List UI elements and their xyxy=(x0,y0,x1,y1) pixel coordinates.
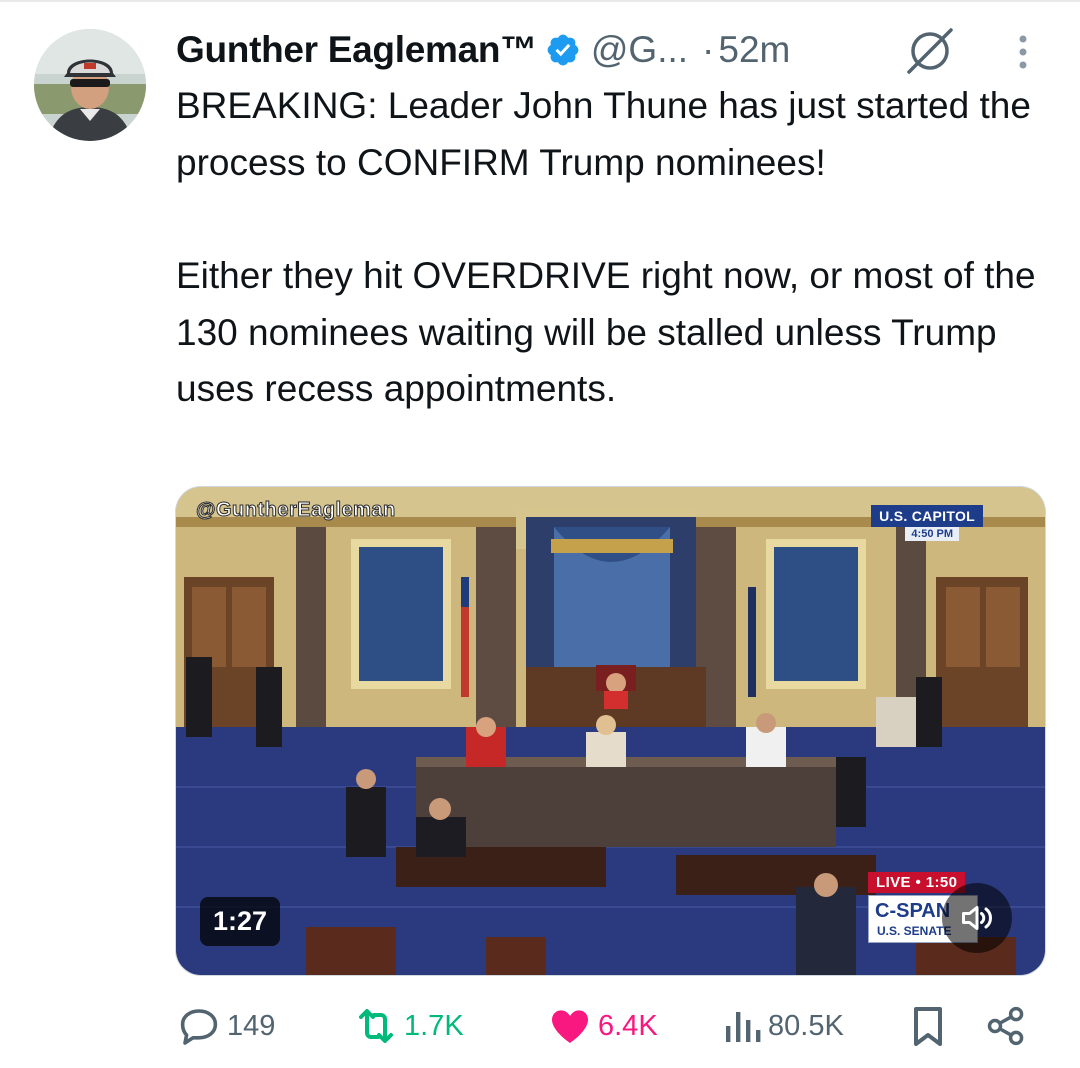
location-time: 4:50 PM xyxy=(905,527,959,541)
more-icon[interactable] xyxy=(1008,30,1038,74)
heart-icon xyxy=(552,1010,588,1043)
author-handle[interactable]: @G... xyxy=(591,29,688,71)
tweet-paragraph-2: Either they hit OVERDRIVE right now, or … xyxy=(176,255,1036,409)
post-time[interactable]: 52m xyxy=(718,29,790,71)
views-count: 80.5K xyxy=(768,1009,844,1042)
retweet-count: 1.7K xyxy=(404,1009,464,1042)
views-icon xyxy=(726,1012,761,1042)
separator-dot: · xyxy=(702,29,715,70)
bookmark-button[interactable] xyxy=(908,996,948,1056)
share-icon xyxy=(987,1006,1024,1046)
tweet-paragraph-1: BREAKING: Leader John Thune has just sta… xyxy=(176,85,1031,183)
network-sub-text: U.S. SENATE xyxy=(877,924,952,938)
author-name[interactable]: Gunther Eagleman™ xyxy=(176,29,537,71)
retweet-icon xyxy=(359,1009,393,1043)
volume-muted-icon[interactable] xyxy=(942,883,1012,953)
views-button[interactable]: 80.5K xyxy=(720,996,844,1056)
reply-button[interactable]: 149 xyxy=(175,996,275,1056)
reply-count: 149 xyxy=(227,1009,276,1042)
tweet-header: Gunther Eagleman™ @G... · 52m xyxy=(176,24,790,76)
retweet-button[interactable]: 1.7K xyxy=(352,996,464,1056)
video-watermark: @GuntherEagleman xyxy=(196,499,396,522)
verified-badge-icon xyxy=(545,32,581,68)
bookmark-icon xyxy=(914,1007,942,1046)
like-count: 6.4K xyxy=(598,1009,658,1042)
reply-icon xyxy=(180,1009,218,1045)
top-divider xyxy=(0,0,1080,2)
live-badge: LIVE • 1:50 xyxy=(868,872,966,893)
video-player[interactable]: @GuntherEagleman U.S. CAPITOL 4:50 PM 1:… xyxy=(175,486,1046,976)
video-duration: 1:27 xyxy=(200,897,281,946)
avatar[interactable] xyxy=(34,29,146,141)
muted-icon[interactable] xyxy=(904,24,956,76)
like-button[interactable]: 6.4K xyxy=(546,996,658,1056)
location-badge: U.S. CAPITOL xyxy=(871,505,983,527)
network-logo-text: C-SPAN xyxy=(875,900,951,922)
tweet-text: BREAKING: Leader John Thune has just sta… xyxy=(176,78,1056,418)
tweet-actions: 149 1.7K 6.4K 80.5K xyxy=(0,996,1080,1056)
share-button[interactable] xyxy=(984,996,1028,1056)
